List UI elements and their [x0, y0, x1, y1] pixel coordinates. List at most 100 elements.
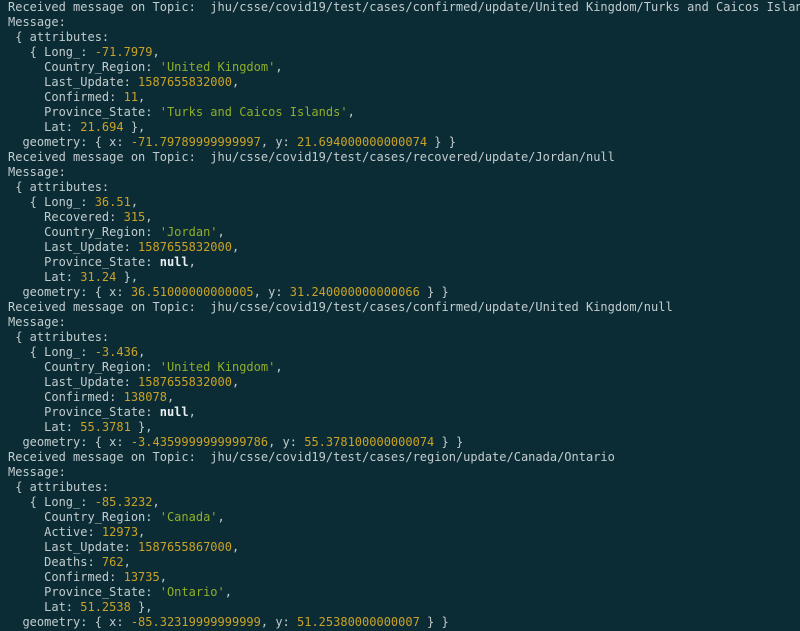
- terminal-line: Lat: 55.3781 },: [8, 420, 800, 435]
- text-token: Confirmed:: [8, 390, 124, 404]
- text-token: { Long_:: [8, 195, 95, 209]
- text-token: Recovered:: [8, 210, 124, 224]
- terminal-line: { Long_: -3.436,: [8, 345, 800, 360]
- text-token: Confirmed:: [8, 90, 124, 104]
- terminal-line: Lat: 31.24 },: [8, 270, 800, 285]
- number-token: 1587655867000: [138, 540, 232, 554]
- terminal-line: Confirmed: 13735,: [8, 570, 800, 585]
- text-token: Country_Region:: [8, 360, 160, 374]
- text-token: Received message on Topic: jhu/csse/covi…: [8, 450, 615, 464]
- terminal-line: Last_Update: 1587655832000,: [8, 75, 800, 90]
- text-token: },: [116, 270, 139, 284]
- text-token: ,: [152, 45, 160, 59]
- number-token: -3.436: [94, 345, 139, 359]
- text-token: ,: [231, 240, 240, 254]
- number-token: -71.7979: [94, 45, 153, 59]
- string-token: 'United Kingdom': [159, 360, 276, 374]
- text-token: ,: [231, 75, 240, 89]
- string-token: 'Canada': [159, 510, 218, 524]
- text-token: geometry: { x:: [8, 285, 131, 299]
- number-token: 31.240000000000066: [289, 285, 420, 299]
- terminal-line: Message:: [8, 465, 800, 480]
- text-token: ,: [188, 405, 196, 419]
- terminal-line: Received message on Topic: jhu/csse/covi…: [8, 0, 800, 15]
- text-token: Message:: [8, 15, 66, 29]
- number-token: 51.25380000000007: [297, 615, 420, 629]
- terminal-line: Received message on Topic: jhu/csse/covi…: [8, 450, 800, 465]
- terminal-line: { attributes:: [8, 30, 800, 45]
- text-token: Last_Update:: [8, 75, 139, 89]
- text-token: { attributes:: [8, 30, 110, 44]
- number-token: 55.3781: [80, 420, 131, 434]
- text-token: ,: [217, 510, 225, 524]
- text-token: Province_State:: [8, 255, 160, 269]
- text-token: },: [130, 420, 153, 434]
- text-token: { attributes:: [8, 330, 110, 344]
- text-token: Country_Region:: [8, 510, 160, 524]
- terminal-line: { attributes:: [8, 330, 800, 345]
- text-token: ,: [145, 210, 153, 224]
- text-token: ,: [347, 105, 355, 119]
- terminal-line: Last_Update: 1587655832000,: [8, 240, 800, 255]
- text-token: Active:: [8, 525, 102, 539]
- number-token: 55.378100000000074: [304, 435, 435, 449]
- text-token: },: [130, 600, 153, 614]
- text-token: geometry: { x:: [8, 135, 131, 149]
- text-token: Deaths:: [8, 555, 102, 569]
- terminal-line: Recovered: 315,: [8, 210, 800, 225]
- terminal-line: Confirmed: 138078,: [8, 390, 800, 405]
- number-token: 138078: [123, 390, 167, 404]
- text-token: { Long_:: [8, 45, 95, 59]
- text-token: ,: [275, 360, 283, 374]
- text-token: ,: [152, 495, 160, 509]
- terminal-line: Confirmed: 11,: [8, 90, 800, 105]
- text-token: Lat:: [8, 420, 81, 434]
- terminal-line: Lat: 51.2538 },: [8, 600, 800, 615]
- number-token: 36.51: [94, 195, 131, 209]
- text-token: Last_Update:: [8, 540, 139, 554]
- terminal-line: geometry: { x: -71.79789999999997, y: 21…: [8, 135, 800, 150]
- number-token: 51.2538: [80, 600, 131, 614]
- terminal-line: Message:: [8, 165, 800, 180]
- text-token: } }: [419, 615, 449, 629]
- number-token: -85.32319999999999: [130, 615, 261, 629]
- text-token: Lat:: [8, 270, 81, 284]
- text-token: Lat:: [8, 120, 81, 134]
- text-token: ,: [138, 525, 146, 539]
- terminal-line: Province_State: null,: [8, 405, 800, 420]
- number-token: 11: [123, 90, 139, 104]
- text-token: { Long_:: [8, 495, 95, 509]
- terminal-line: geometry: { x: -85.32319999999999, y: 51…: [8, 615, 800, 630]
- terminal-line: Last_Update: 1587655867000,: [8, 540, 800, 555]
- number-token: 36.51000000000005: [130, 285, 254, 299]
- text-token: } }: [434, 435, 464, 449]
- text-token: Message:: [8, 465, 66, 479]
- terminal-line: { Long_: -85.3232,: [8, 495, 800, 510]
- text-token: Last_Update:: [8, 240, 139, 254]
- text-token: Received message on Topic: jhu/csse/covi…: [8, 0, 800, 14]
- terminal-output[interactable]: Received message on Topic: jhu/csse/covi…: [0, 0, 800, 631]
- text-token: Lat:: [8, 600, 81, 614]
- number-token: -71.79789999999997: [130, 135, 261, 149]
- text-token: ,: [231, 375, 240, 389]
- text-token: , y:: [268, 435, 305, 449]
- string-token: 'United Kingdom': [159, 60, 276, 74]
- terminal-line: Deaths: 762,: [8, 555, 800, 570]
- terminal-line: { attributes:: [8, 480, 800, 495]
- text-token: { attributes:: [8, 480, 110, 494]
- terminal-line: Country_Region: 'United Kingdom',: [8, 60, 800, 75]
- string-token: 'Turks and Caicos Islands': [159, 105, 348, 119]
- number-token: 1587655832000: [138, 375, 232, 389]
- text-token: Message:: [8, 315, 66, 329]
- text-token: Province_State:: [8, 105, 160, 119]
- text-token: ,: [217, 225, 225, 239]
- text-token: { Long_:: [8, 345, 95, 359]
- terminal-line: { attributes:: [8, 180, 800, 195]
- terminal-line: geometry: { x: 36.51000000000005, y: 31.…: [8, 285, 800, 300]
- terminal-line: Province_State: 'Ontario',: [8, 585, 800, 600]
- terminal-line: Country_Region: 'United Kingdom',: [8, 360, 800, 375]
- terminal-line: Last_Update: 1587655832000,: [8, 375, 800, 390]
- keyword-token: null: [159, 255, 189, 269]
- number-token: 13735: [123, 570, 160, 584]
- text-token: } }: [427, 135, 456, 149]
